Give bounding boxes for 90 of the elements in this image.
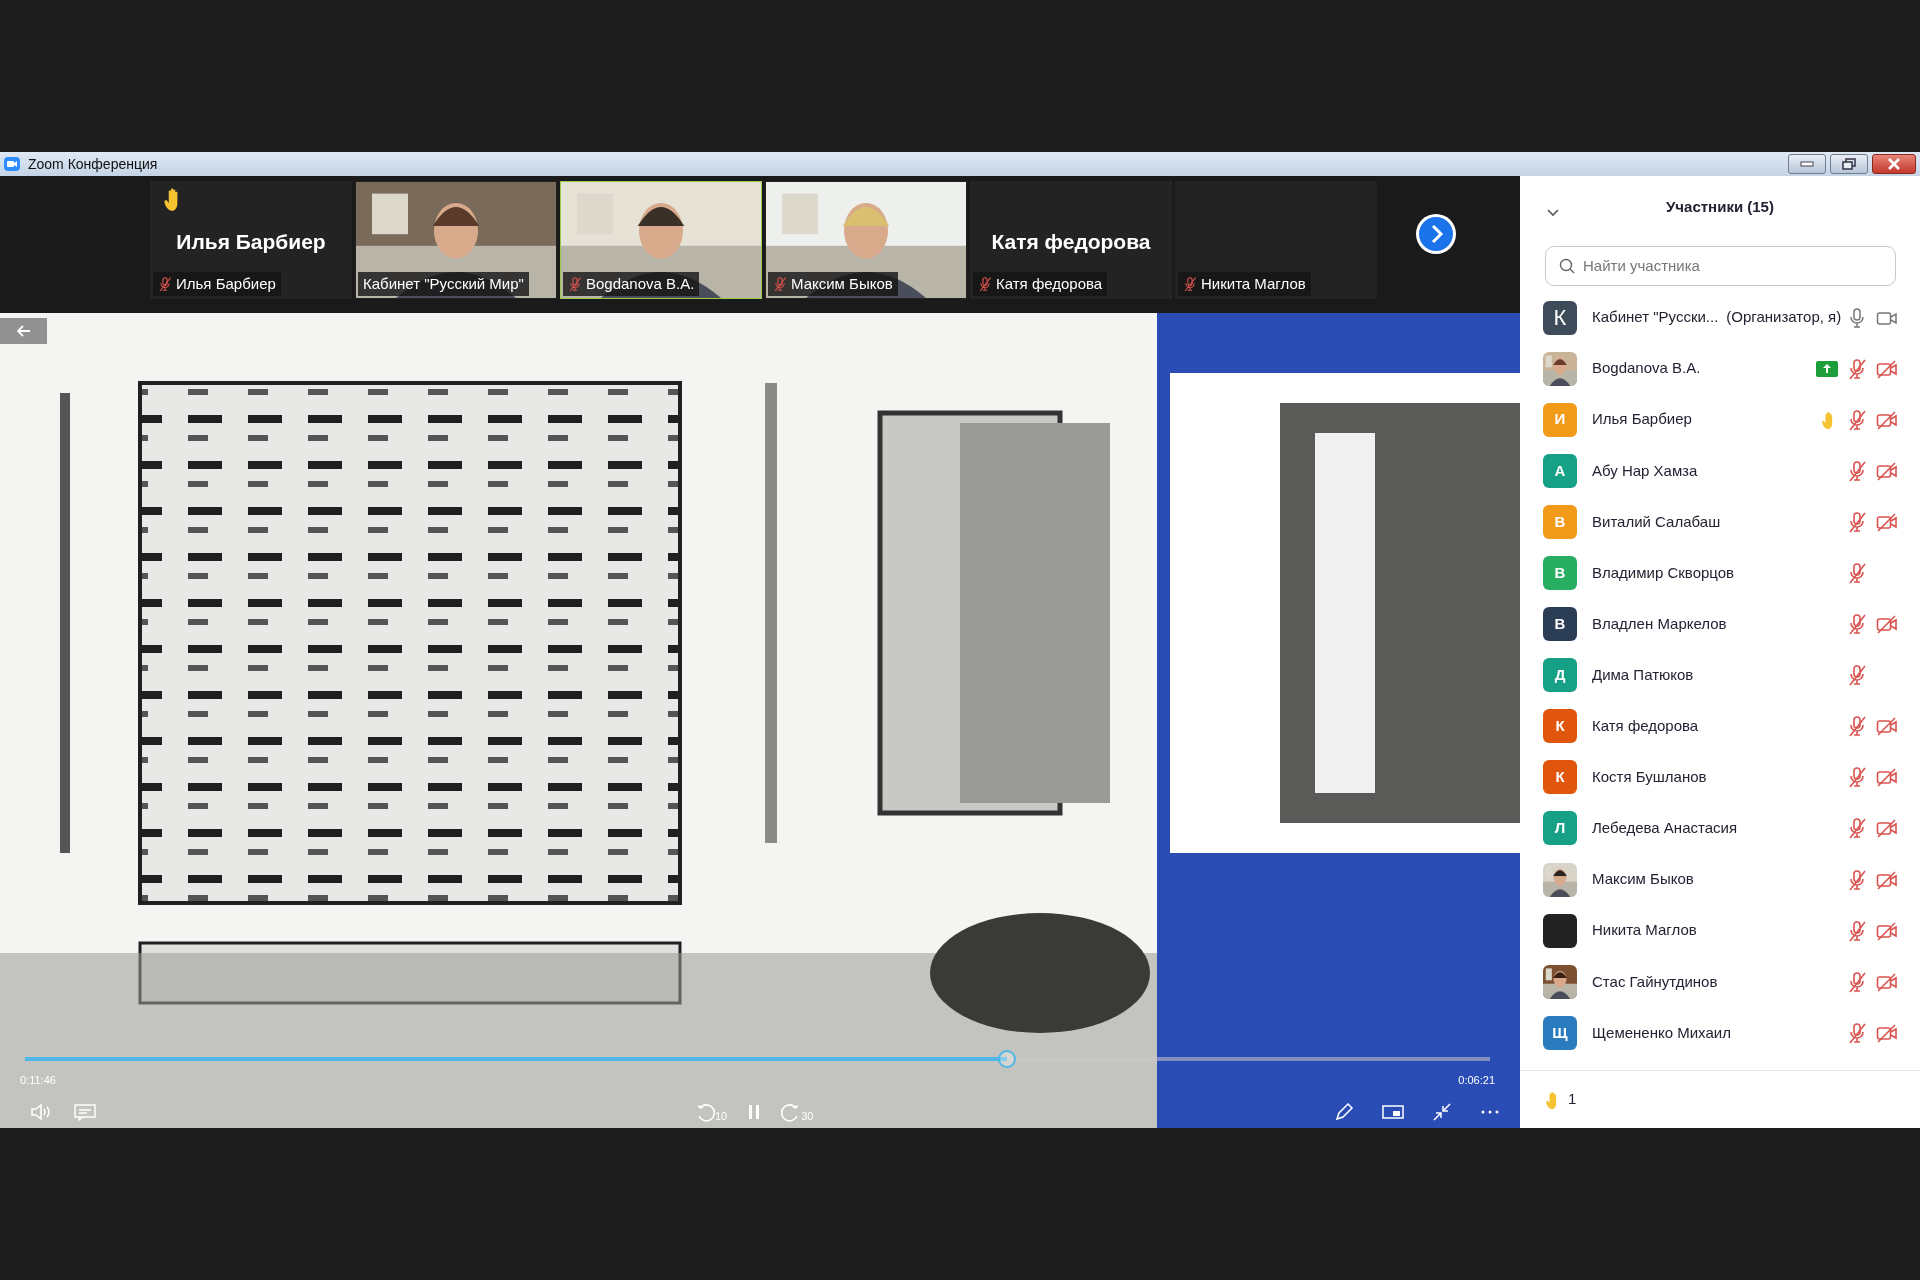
participant-role: (Организатор, я) [1726,307,1842,328]
participant-row[interactable]: В Владлен Маркелов [1520,598,1920,650]
participant-avatar: Д [1543,658,1577,693]
participant-name: Костя Бушланов [1592,767,1707,788]
participant-row[interactable]: И Илья Барбиер [1520,394,1920,446]
participant-avatar: В [1543,607,1577,642]
video-tile[interactable]: Кабинет "Русский Мир" [355,181,557,299]
participant-name: Кабинет "Русски... [1592,307,1719,328]
pencil-icon [1334,1102,1354,1122]
participant-row[interactable]: К Костя Бушланов [1520,751,1920,803]
participant-avatar: И [1543,402,1577,437]
back-arrow-icon [16,325,31,337]
participant-row[interactable]: Никита Маглов [1520,905,1920,957]
participant-row[interactable]: В Владимир Скворцов [1520,547,1920,599]
search-field[interactable]: Найти участника [1545,246,1896,286]
participant-name: Илья Барбиер [176,273,276,294]
participant-name: Максим Быков [791,273,893,294]
forward-arrow-icon [781,1102,802,1122]
participant-name: Катя федорова [1592,716,1699,737]
participant-name: Bogdanova B.A. [1592,358,1701,379]
participant-avatar: В [1543,556,1577,590]
more-button[interactable] [1480,1109,1500,1115]
rewind-arrow-icon [695,1102,715,1122]
participant-row[interactable]: К Катя федорова [1520,700,1920,752]
restore-icon [1842,158,1856,170]
next-page-button[interactable] [1416,214,1456,254]
participant-avatar: К [1543,300,1577,335]
remaining-time: 0:06:21 [1458,1073,1495,1088]
annotate-button[interactable] [1334,1102,1354,1122]
participant-name: Владлен Маркелов [1592,613,1727,634]
participant-avatar: К [1543,760,1577,795]
minimize-icon [1800,161,1814,167]
more-icon [1480,1109,1500,1115]
shrink-arrows-icon [1432,1102,1452,1122]
participant-row[interactable]: В Виталий Салабаш [1520,496,1920,548]
participant-name: Стас Гайнутдинов [1592,971,1718,992]
participant-avatar: В [1543,504,1577,539]
participant-name: Дима Патюков [1592,664,1694,685]
participant-name: Катя федорова [996,273,1103,294]
chevron-down-icon [1546,208,1560,218]
video-tile[interactable]: Максим Быков [765,181,967,299]
participant-name: Кабинет "Русский Мир" [363,273,524,294]
close-icon [1887,158,1901,170]
participant-name: Лебедева Анастасия [1592,818,1738,839]
minimize-button[interactable] [1788,154,1826,174]
participant-avatar: Л [1543,811,1577,846]
chevron-right-icon [1416,214,1456,254]
video-tile[interactable]: Илья Барбиер Илья Барбиер [150,181,352,299]
participant-row[interactable]: Максим Быков [1520,854,1920,906]
raised-hands-count: 1 [1568,1089,1577,1110]
participant-row[interactable]: Стас Гайнутдинов [1520,956,1920,1008]
screen-icon [1382,1104,1404,1120]
back-button[interactable] [0,318,47,344]
participant-name: Абу Нар Хамза [1592,460,1698,481]
zoom-logo-icon [4,157,20,171]
participant-name: Илья Барбиер [1592,409,1692,430]
window-title: Zoom Конференция [28,154,158,174]
close-button[interactable] [1872,154,1916,174]
participant-name: Щемененко Михаил [1592,1022,1731,1043]
participant-avatar: А [1543,453,1577,488]
restore-button[interactable] [1830,154,1868,174]
exit-fullscreen-button[interactable] [1432,1102,1452,1122]
speaker-icon [30,1103,52,1121]
video-tile[interactable]: Bogdanova B.A. [560,181,762,299]
participant-name: Никита Маглов [1592,920,1697,941]
participant-row[interactable]: К Кабинет "Русски... (Организатор, я) [1520,292,1920,344]
participant-name: Никита Маглов [1201,273,1306,294]
elapsed-time: 0:11:46 [20,1073,56,1088]
participant-name: Bogdanova B.A. [586,273,695,294]
participant-name: Катя федорова [990,229,1152,255]
progress-handle[interactable] [997,1050,1016,1068]
participant-row[interactable]: Д Дима Патюков [1520,649,1920,701]
video-tile[interactable]: Никита Маглов [1175,181,1377,299]
participant-avatar: Щ [1543,1015,1577,1050]
participant-name: Владимир Скворцов [1592,562,1735,583]
search-input[interactable]: Найти участника [1581,253,1895,279]
participant-row[interactable]: Щ Щемененко Михаил [1520,1007,1920,1059]
pause-icon [747,1103,762,1121]
participant-name: Виталий Салабаш [1592,511,1721,532]
panel-title: Участники (15) [1666,196,1774,217]
participant-name: Максим Быков [1592,869,1694,890]
participant-avatar: К [1543,709,1577,744]
speech-bubble-icon [74,1103,96,1121]
participant-row[interactable]: Bogdanova B.A. [1520,343,1920,395]
participant-row[interactable]: А Абу Нар Хамза [1520,445,1920,497]
video-tile[interactable]: Катя федорова Катя федорова [970,181,1172,299]
participant-name: Илья Барбиер [175,229,327,255]
search-icon [1559,258,1575,274]
view-button[interactable] [1382,1104,1404,1120]
participant-row[interactable]: Л Лебедева Анастасия [1520,802,1920,855]
